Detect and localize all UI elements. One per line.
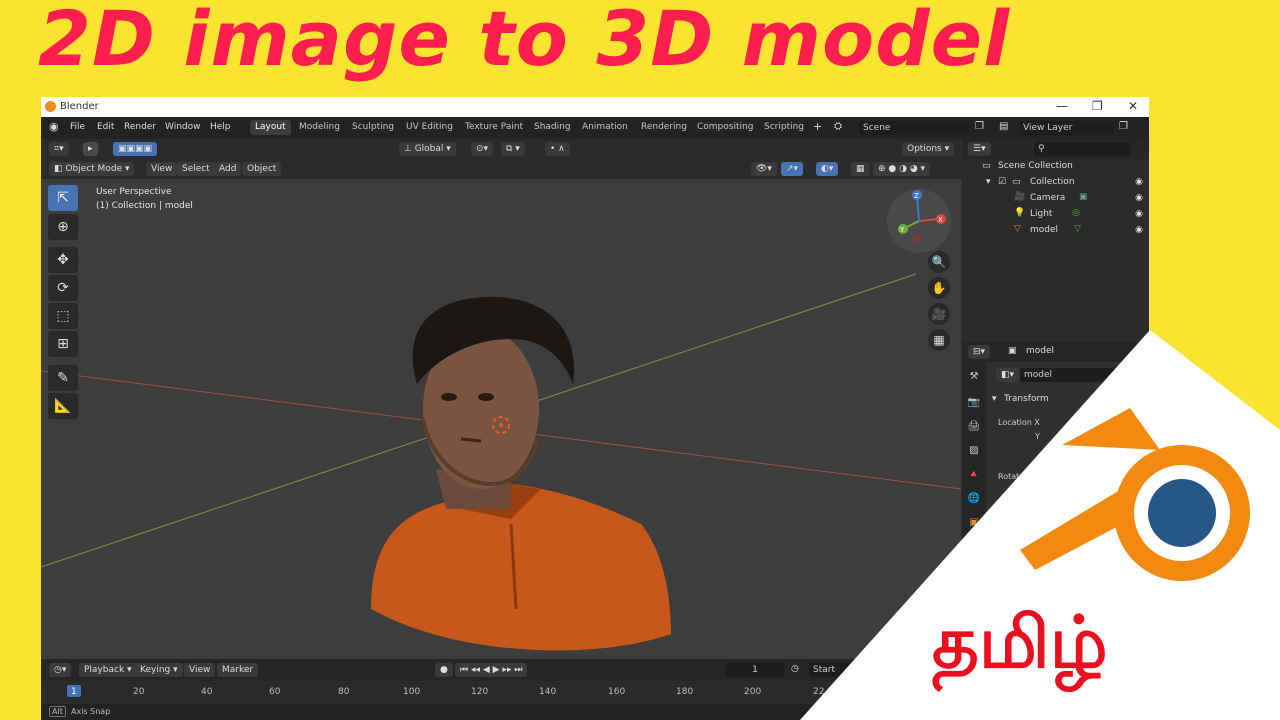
language-label: தமிழ் — [932, 600, 1108, 684]
